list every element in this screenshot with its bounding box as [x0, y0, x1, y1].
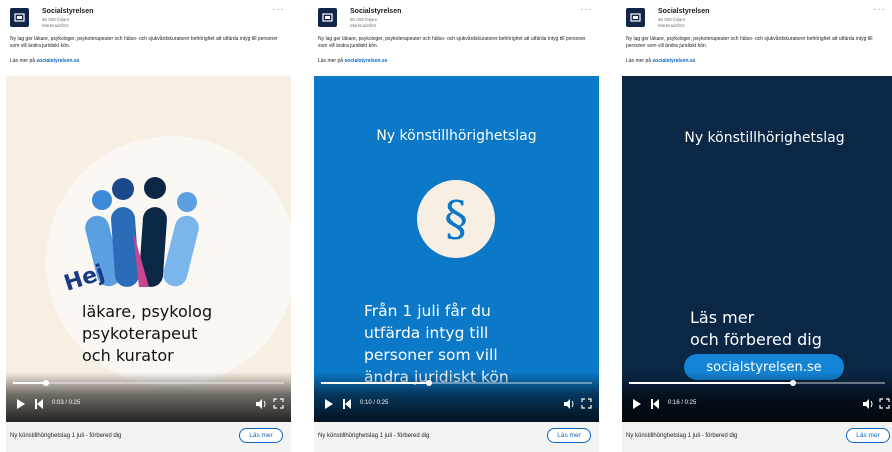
headline-line-2: och förbered dig — [690, 330, 822, 349]
more-options-icon[interactable]: ··· — [272, 4, 285, 15]
progress-track[interactable] — [629, 380, 885, 386]
progress-fill — [13, 382, 46, 384]
more-options-icon[interactable]: ··· — [873, 4, 886, 15]
org-logo[interactable] — [318, 8, 337, 27]
time-display: 0:03 / 0:25 — [52, 400, 81, 406]
headline-line-3: personer som vill — [364, 346, 498, 364]
las-mer-button[interactable]: Läs mer — [239, 428, 283, 443]
progress-knob[interactable] — [789, 380, 796, 386]
follower-count: 90 009 följare — [350, 17, 378, 22]
post-header: Socialstyrelsen 90 009 följare Marknadsf… — [622, 0, 892, 76]
video-controls: 0:10 / 0:25 — [314, 372, 599, 422]
video-title: Ny könstillhörighetslag — [684, 130, 845, 146]
read-more-line: Läs mer på socialstyrelsen.se — [626, 58, 696, 64]
volume-icon[interactable] — [563, 398, 575, 410]
time-display: 0:16 / 0:25 — [668, 400, 697, 406]
website-link[interactable]: socialstyrelsen.se — [36, 58, 79, 64]
promoted-label: Marknadsfört — [42, 23, 69, 28]
post-text: Ny lag ger läkare, psykologer, psykotera… — [318, 36, 586, 49]
cta-title: Ny könstillhörighetslag 1 juli - förbere… — [318, 433, 430, 439]
website-link[interactable]: socialstyrelsen.se — [652, 58, 695, 64]
cta-bar: Ny könstillhörighetslag 1 juli - förbere… — [314, 422, 599, 452]
las-mer-button[interactable]: Läs mer — [846, 428, 890, 443]
paragraph-circle: § — [417, 180, 495, 258]
headline-line-1: läkare, psykolog — [82, 302, 213, 321]
progress-track[interactable] — [321, 380, 592, 386]
video-player[interactable]: Ny könstillhörighetslag § Från 1 juli få… — [314, 76, 599, 422]
follower-count: 90 009 följare — [658, 17, 686, 22]
fullscreen-icon[interactable] — [273, 398, 284, 409]
progress-track[interactable] — [13, 380, 284, 386]
read-more-line: Läs mer på socialstyrelsen.se — [10, 58, 80, 64]
more-options-icon[interactable]: ··· — [580, 4, 593, 15]
volume-icon[interactable] — [255, 398, 267, 410]
fullscreen-icon[interactable] — [879, 398, 890, 409]
headline-line-2: utfärda intyg till — [364, 324, 489, 342]
read-more-line: Läs mer på socialstyrelsen.se — [318, 58, 388, 64]
follower-count: 90 009 följare — [42, 17, 70, 22]
read-more-prefix: Läs mer på — [318, 58, 344, 64]
paragraph-icon: § — [444, 191, 468, 247]
post-card-2: Socialstyrelsen 90 009 följare Marknadsf… — [314, 0, 599, 452]
promoted-label: Marknadsfört — [658, 23, 685, 28]
las-mer-button[interactable]: Läs mer — [547, 428, 591, 443]
promoted-label: Marknadsfört — [350, 23, 377, 28]
post-text: Ny lag ger läkare, psykologer, psykotera… — [626, 36, 873, 49]
video-controls: 0:03 / 0:25 — [6, 372, 291, 422]
video-player[interactable]: Hej läkare, psykolog psykoterapeut och k… — [6, 76, 291, 422]
post-card-3: Socialstyrelsen 90 009 följare Marknadsf… — [622, 0, 892, 452]
headline-line-1: Från 1 juli får du — [364, 302, 491, 320]
time-display: 0:10 / 0:25 — [360, 400, 389, 406]
read-more-prefix: Läs mer på — [626, 58, 652, 64]
play-icon[interactable] — [16, 398, 26, 410]
volume-icon[interactable] — [862, 398, 874, 410]
org-name[interactable]: Socialstyrelsen — [658, 8, 709, 15]
crown-icon — [322, 13, 333, 22]
post-text: Ny lag ger läkare, psykologer, psykotera… — [10, 36, 278, 49]
org-name[interactable]: Socialstyrelsen — [42, 8, 93, 15]
skip-back-icon[interactable] — [34, 398, 44, 410]
fullscreen-icon[interactable] — [581, 398, 592, 409]
progress-knob[interactable] — [42, 380, 49, 386]
video-title: Ny könstillhörighetslag — [376, 128, 537, 144]
progress-knob[interactable] — [426, 380, 433, 386]
post-header: Socialstyrelsen 90 009 följare Marknadsf… — [6, 0, 291, 76]
cta-title: Ny könstillhörighetslag 1 juli - förbere… — [626, 433, 738, 439]
video-controls: 0:16 / 0:25 — [622, 372, 892, 422]
post-card-1: Socialstyrelsen 90 009 följare Marknadsf… — [6, 0, 291, 452]
website-link[interactable]: socialstyrelsen.se — [344, 58, 387, 64]
cta-bar: Ny könstillhörighetslag 1 juli - förbere… — [6, 422, 291, 452]
crown-icon — [14, 13, 25, 22]
skip-back-icon[interactable] — [650, 398, 660, 410]
crown-icon — [630, 13, 641, 22]
org-name[interactable]: Socialstyrelsen — [350, 8, 401, 15]
headline-line-3: och kurator — [82, 346, 174, 365]
read-more-prefix: Läs mer på — [10, 58, 36, 64]
headline-line-1: Läs mer — [690, 308, 755, 327]
cta-bar: Ny könstillhörighetslag 1 juli - förbere… — [622, 422, 892, 452]
headline-line-2: psykoterapeut — [82, 324, 198, 343]
post-header: Socialstyrelsen 90 009 följare Marknadsf… — [314, 0, 599, 76]
progress-fill — [629, 382, 793, 384]
video-player[interactable]: Ny könstillhörighetslag Läs mer och förb… — [622, 76, 892, 422]
skip-back-icon[interactable] — [342, 398, 352, 410]
org-logo[interactable] — [10, 8, 29, 27]
play-icon[interactable] — [632, 398, 642, 410]
play-icon[interactable] — [324, 398, 334, 410]
org-logo[interactable] — [626, 8, 645, 27]
cta-title: Ny könstillhörighetslag 1 juli - förbere… — [10, 433, 122, 439]
progress-fill — [321, 382, 430, 384]
